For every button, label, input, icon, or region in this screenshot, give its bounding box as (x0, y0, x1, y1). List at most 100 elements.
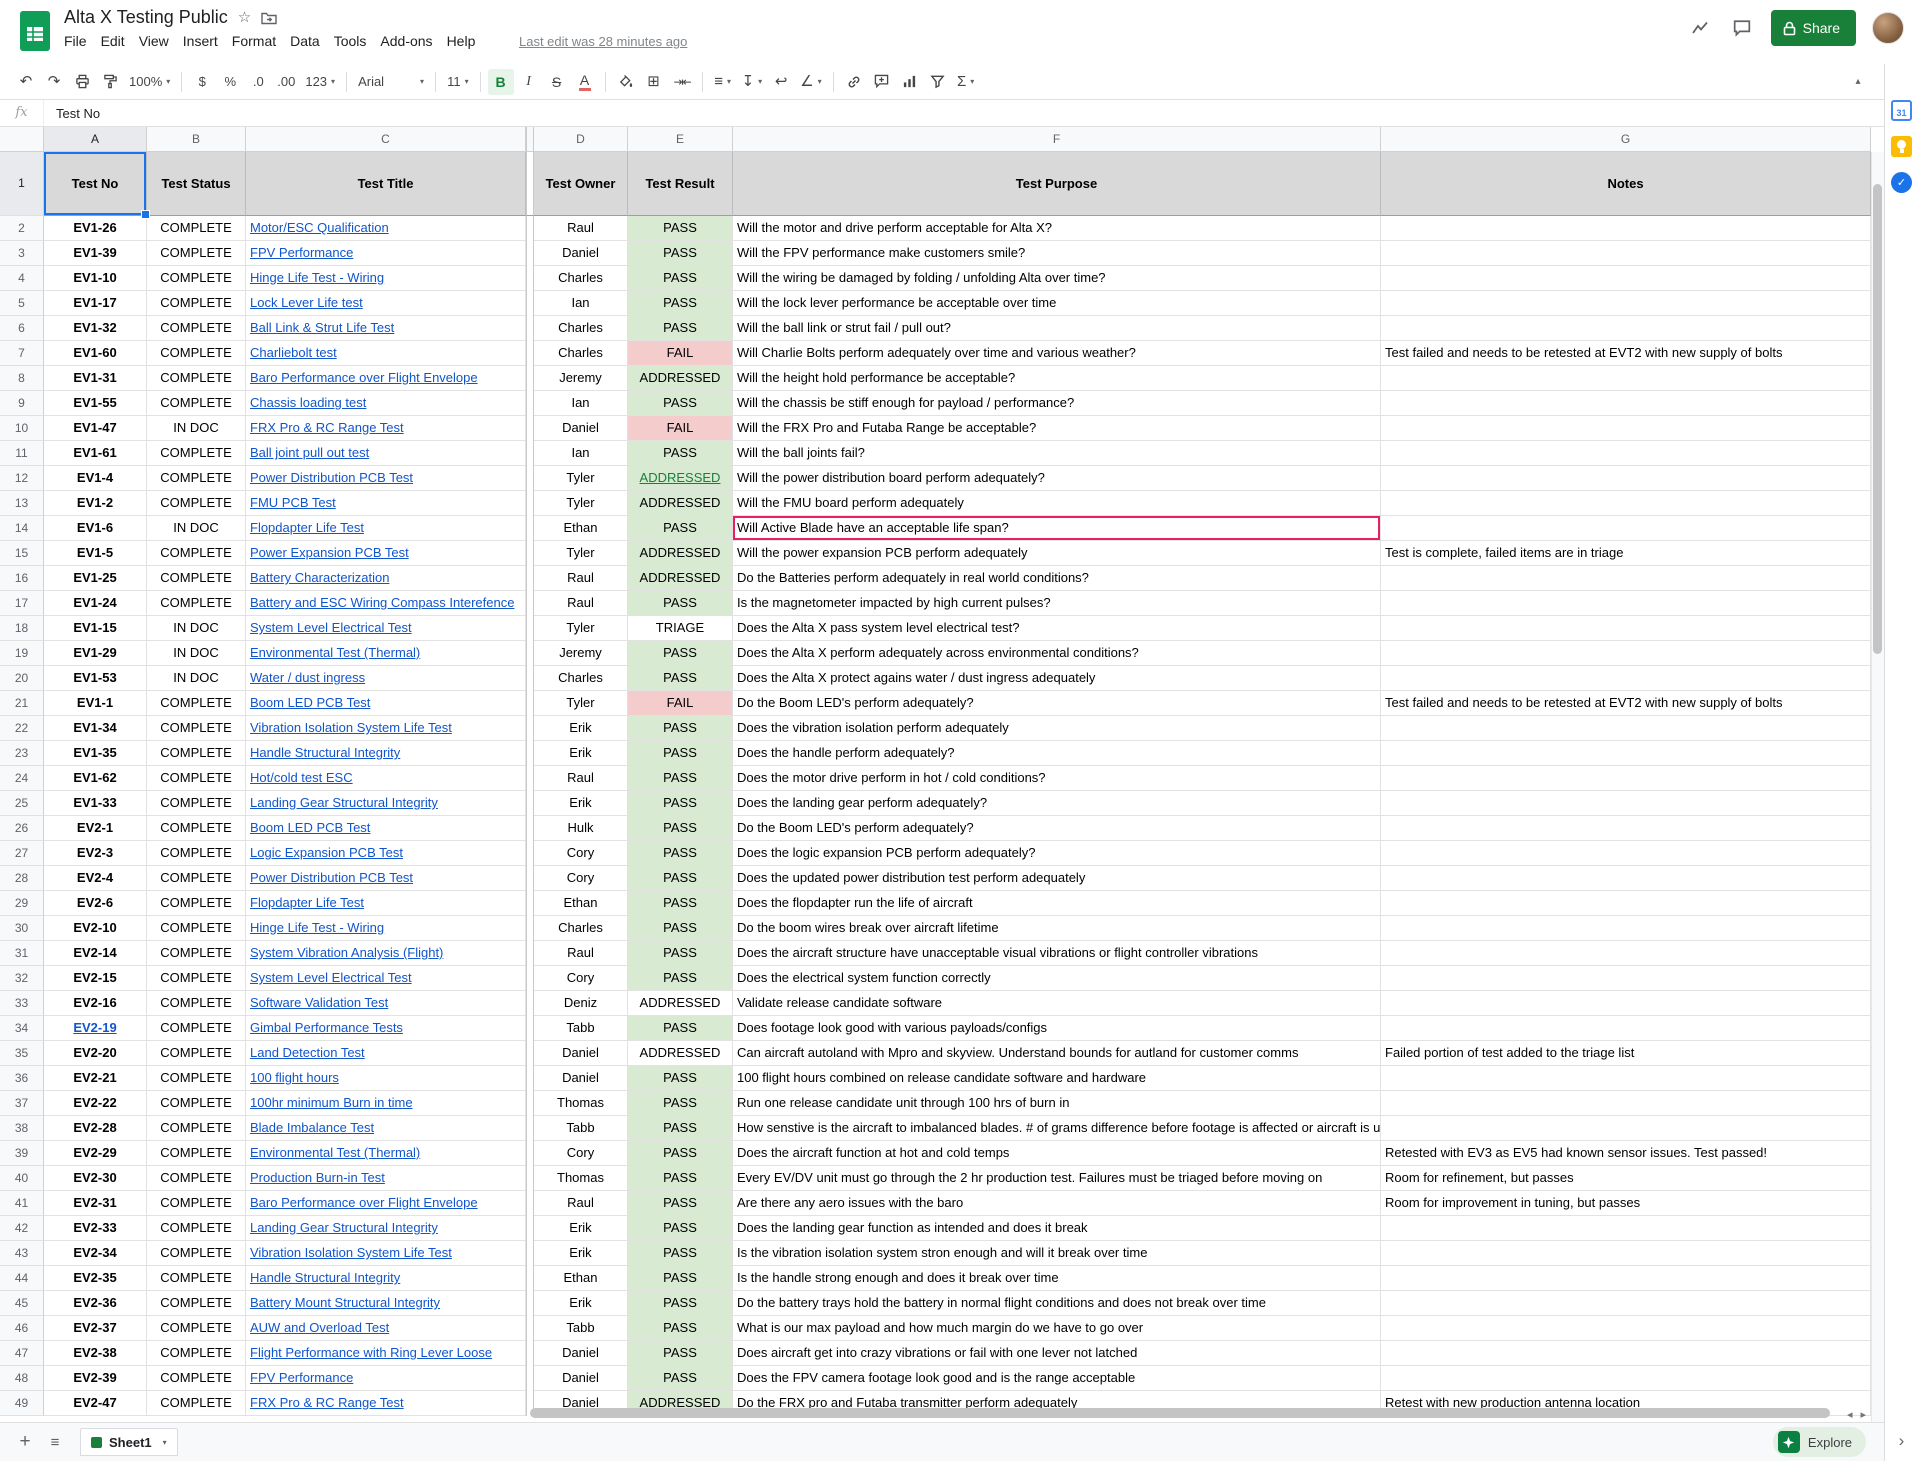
cell-test-title[interactable]: FMU PCB Test (246, 491, 526, 516)
cell-notes[interactable] (1381, 1341, 1871, 1366)
cell-test-no[interactable]: EV1-5 (44, 541, 147, 566)
cell-test-owner[interactable]: Jeremy (534, 641, 628, 666)
cell-test-purpose[interactable]: Does the electrical system function corr… (733, 966, 1381, 991)
cell-d1[interactable]: Test Owner (534, 152, 628, 216)
cell-test-owner[interactable]: Daniel (534, 416, 628, 441)
cell-test-status[interactable]: IN DOC (147, 616, 246, 641)
explore-button[interactable]: Explore (1773, 1427, 1866, 1457)
filter-icon[interactable] (925, 69, 951, 95)
cell-test-title[interactable]: Ball joint pull out test (246, 441, 526, 466)
cell-notes[interactable] (1381, 416, 1871, 441)
cell-test-purpose[interactable]: Does the updated power distribution test… (733, 866, 1381, 891)
cell-test-owner[interactable]: Thomas (534, 1166, 628, 1191)
menu-item[interactable]: View (132, 31, 176, 51)
cell-test-result[interactable]: PASS (628, 1241, 733, 1266)
cell-test-result[interactable]: PASS (628, 1166, 733, 1191)
vertical-scrollbar-thumb[interactable] (1873, 184, 1882, 654)
cell-test-status[interactable]: COMPLETE (147, 316, 246, 341)
merge-cells-icon[interactable]: ⇥⇤ (669, 69, 695, 95)
cell-test-purpose[interactable]: Do the boom wires break over aircraft li… (733, 916, 1381, 941)
cell-test-owner[interactable]: Tabb (534, 1116, 628, 1141)
cell-test-status[interactable]: COMPLETE (147, 341, 246, 366)
cell-test-no[interactable]: EV1-29 (44, 641, 147, 666)
cell-notes[interactable] (1381, 716, 1871, 741)
cell-test-purpose[interactable]: Does the vibration isolation perform ade… (733, 716, 1381, 741)
cell-notes[interactable] (1381, 216, 1871, 241)
cell-test-no[interactable]: EV1-32 (44, 316, 147, 341)
cell-test-title[interactable]: Boom LED PCB Test (246, 691, 526, 716)
row-header[interactable]: 14 (0, 516, 44, 541)
hide-side-panel-icon[interactable]: › (1885, 1431, 1918, 1451)
cell-test-result[interactable]: PASS (628, 816, 733, 841)
cell-test-no[interactable]: EV1-62 (44, 766, 147, 791)
cell-test-result[interactable]: PASS (628, 1216, 733, 1241)
cell-test-result[interactable]: PASS (628, 1066, 733, 1091)
cell-test-purpose[interactable]: Will the chassis be stiff enough for pay… (733, 391, 1381, 416)
cell-test-result[interactable]: ADDRESSED (628, 466, 733, 491)
row-header[interactable]: 25 (0, 791, 44, 816)
cell-g1[interactable]: Notes (1381, 152, 1871, 216)
cell-test-owner[interactable]: Raul (534, 216, 628, 241)
cell-test-owner[interactable]: Charles (534, 316, 628, 341)
format-percent-button[interactable]: % (217, 69, 243, 95)
cell-test-owner[interactable]: Cory (534, 966, 628, 991)
cell-test-title[interactable]: Power Expansion PCB Test (246, 541, 526, 566)
row-header[interactable]: 27 (0, 841, 44, 866)
cell-test-owner[interactable]: Tabb (534, 1316, 628, 1341)
cell-notes[interactable] (1381, 891, 1871, 916)
row-header[interactable]: 38 (0, 1116, 44, 1141)
select-all-corner[interactable] (0, 127, 44, 152)
cell-test-status[interactable]: COMPLETE (147, 1366, 246, 1391)
cell-notes[interactable] (1381, 1241, 1871, 1266)
insert-chart-icon[interactable] (897, 69, 923, 95)
cell-test-purpose[interactable]: Will the FRX Pro and Futaba Range be acc… (733, 416, 1381, 441)
menu-item[interactable]: Tools (327, 31, 374, 51)
cell-test-purpose[interactable]: Does the Alta X pass system level electr… (733, 616, 1381, 641)
cell-test-purpose[interactable]: Do the Boom LED's perform adequately? (733, 691, 1381, 716)
text-rotate-button[interactable]: ∠▾ (796, 69, 825, 95)
column-header-e[interactable]: E (628, 127, 733, 152)
cell-test-no[interactable]: EV1-15 (44, 616, 147, 641)
cell-test-status[interactable]: COMPLETE (147, 891, 246, 916)
increase-decimal-button[interactable]: .00 (273, 69, 299, 95)
cell-test-purpose[interactable]: Does the logic expansion PCB perform ade… (733, 841, 1381, 866)
cell-test-status[interactable]: COMPLETE (147, 741, 246, 766)
vertical-align-button[interactable]: ↧▾ (738, 69, 767, 95)
vertical-scrollbar[interactable] (1871, 152, 1884, 1422)
font-size-dropdown[interactable]: 11▾ (443, 69, 473, 95)
cell-test-owner[interactable]: Erik (534, 1291, 628, 1316)
cell-test-title[interactable]: Vibration Isolation System Life Test (246, 716, 526, 741)
row-header[interactable]: 49 (0, 1391, 44, 1416)
cell-test-result[interactable]: PASS (628, 741, 733, 766)
decrease-decimal-button[interactable]: .0 (245, 69, 271, 95)
activity-chart-icon[interactable] (1687, 15, 1713, 41)
cell-test-result[interactable]: ADDRESSED (628, 1041, 733, 1066)
cell-test-result[interactable]: PASS (628, 1191, 733, 1216)
cell-test-purpose[interactable]: Every EV/DV unit must go through the 2 h… (733, 1166, 1381, 1191)
cell-test-title[interactable]: Gimbal Performance Tests (246, 1016, 526, 1041)
cell-test-purpose[interactable]: Does the Alta X protect agains water / d… (733, 666, 1381, 691)
cell-test-owner[interactable]: Tyler (534, 691, 628, 716)
cell-test-title[interactable]: Land Detection Test (246, 1041, 526, 1066)
cell-test-status[interactable]: IN DOC (147, 641, 246, 666)
cell-test-purpose[interactable]: Will the wiring be damaged by folding / … (733, 266, 1381, 291)
cell-test-purpose[interactable]: Will the ball link or strut fail / pull … (733, 316, 1381, 341)
cell-test-result[interactable]: PASS (628, 941, 733, 966)
cell-test-result[interactable]: ADDRESSED (628, 491, 733, 516)
cell-test-title[interactable]: System Vibration Analysis (Flight) (246, 941, 526, 966)
cell-test-no[interactable]: EV1-55 (44, 391, 147, 416)
cell-notes[interactable] (1381, 1266, 1871, 1291)
row-header[interactable]: 47 (0, 1341, 44, 1366)
cell-notes[interactable] (1381, 366, 1871, 391)
functions-button[interactable]: Σ▾ (953, 69, 979, 95)
cell-test-result[interactable]: PASS (628, 1366, 733, 1391)
cell-test-no[interactable]: EV1-33 (44, 791, 147, 816)
cell-test-title[interactable]: Hinge Life Test - Wiring (246, 916, 526, 941)
cell-test-title[interactable]: Power Distribution PCB Test (246, 466, 526, 491)
cell-test-owner[interactable]: Raul (534, 766, 628, 791)
cell-notes[interactable] (1381, 841, 1871, 866)
cell-test-status[interactable]: COMPLETE (147, 1091, 246, 1116)
row-header[interactable]: 21 (0, 691, 44, 716)
cell-test-owner[interactable]: Ian (534, 291, 628, 316)
cell-test-purpose[interactable]: Validate release candidate software (733, 991, 1381, 1016)
